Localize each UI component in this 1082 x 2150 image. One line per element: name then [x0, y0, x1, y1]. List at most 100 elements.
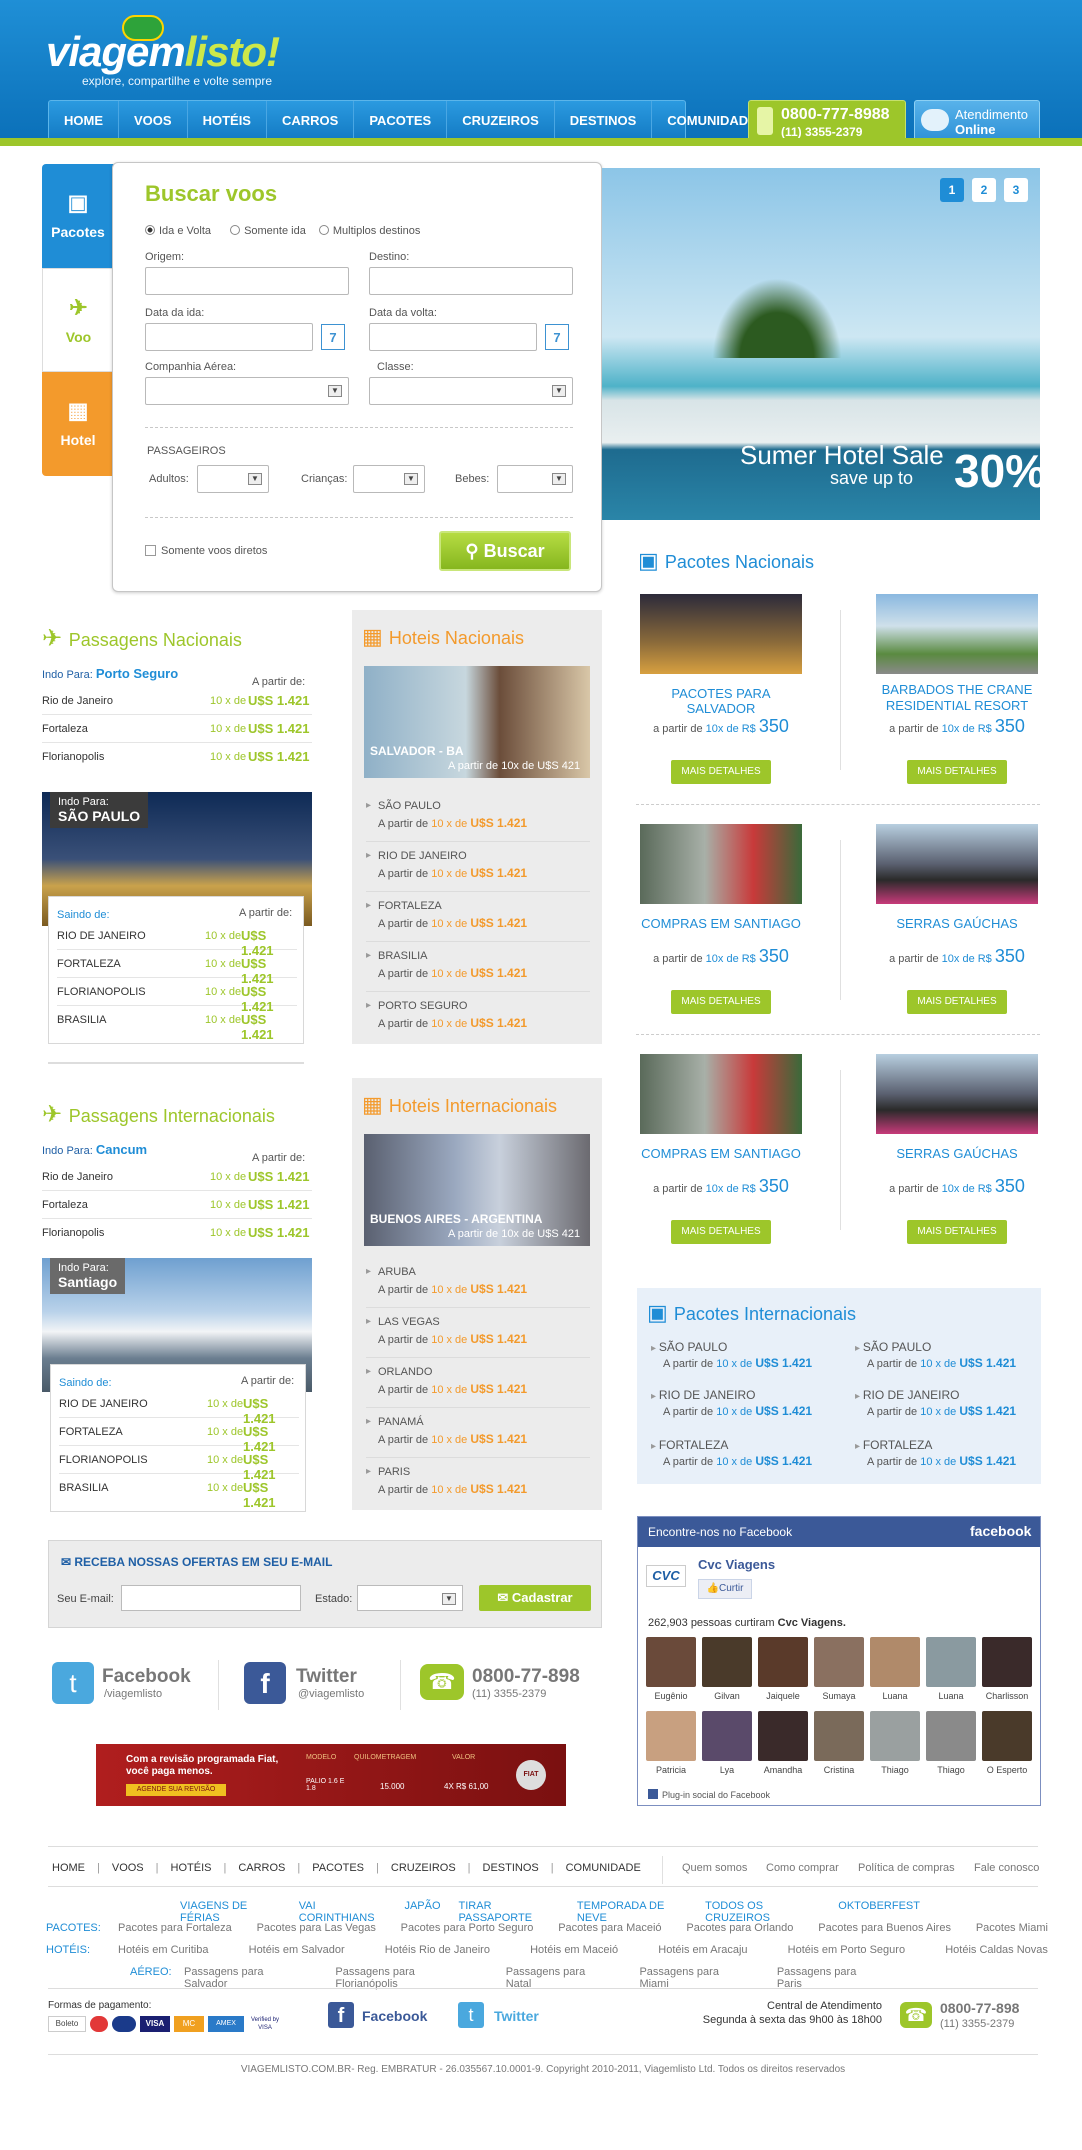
classe-select[interactable]: ▼	[369, 377, 573, 405]
online-support-button[interactable]: Atendimento Online	[914, 100, 1040, 142]
table-row[interactable]: FORTALEZA 10 x de U$S 1.421	[57, 951, 297, 986]
footer-nav-item[interactable]: CARROS	[238, 1862, 285, 1874]
list-item[interactable]: ▸ PORTO SEGURO A partir de 10 x de U$S 1.4…	[366, 992, 590, 1042]
footer-link[interactable]: Passagens para Florianópolis	[335, 1966, 479, 1990]
cadastrar-button[interactable]: ✉ Cadastrar	[479, 1585, 591, 1611]
table-row[interactable]: FORTALEZA 10 x de U$S 1.421	[59, 1419, 299, 1454]
nav-destinos[interactable]: DESTINOS	[555, 101, 653, 139]
fan-avatar[interactable]	[814, 1637, 864, 1687]
table-row[interactable]: Rio de Janeiro 10 x de U$S 1.421	[42, 1164, 312, 1191]
list-item[interactable]: ▸ SÃO PAULO A partir de 10 x de U$S 1.421	[855, 1340, 1035, 1370]
mais-detalhes-button[interactable]: MAIS DETALHES	[671, 990, 771, 1014]
footer-link[interactable]: Passagens para Miami	[639, 1966, 750, 1990]
buscar-button[interactable]: ⚲ Buscar	[439, 531, 571, 571]
mais-detalhes-button[interactable]: MAIS DETALHES	[907, 760, 1007, 784]
list-item[interactable]: ▸ RIO DE JANEIRO A partir de 10 x de U$S 1…	[366, 842, 590, 892]
nav-pacotes[interactable]: PACOTES	[354, 101, 448, 139]
bebes-select[interactable]: ▼	[497, 465, 573, 493]
list-item[interactable]: ▸ FORTALEZA A partir de 10 x de U$S 1.421	[366, 892, 590, 942]
fan-avatar[interactable]	[758, 1711, 808, 1761]
footer-link[interactable]: Pacotes para Buenos Aires	[818, 1922, 951, 1934]
fiat-ad-banner[interactable]: Com a revisão programada Fiat, você paga…	[96, 1744, 566, 1806]
package-card[interactable]: COMPRAS EM SANTIAGO a partir de 10x de R…	[636, 824, 806, 1034]
list-item[interactable]: ▸ ARUBA A partir de 10 x de U$S 1.421	[366, 1258, 590, 1308]
nav-cruzeiros[interactable]: CRUZEIROS	[447, 101, 555, 139]
footer-nav-item[interactable]: HOME	[52, 1862, 85, 1874]
criancas-select[interactable]: ▼	[353, 465, 425, 493]
table-row[interactable]: BRASILIA 10 x de U$S 1.421	[57, 1007, 297, 1042]
data-volta-input[interactable]	[369, 323, 537, 351]
footer-link[interactable]: Como comprar	[766, 1862, 839, 1874]
table-row[interactable]: FLORIANOPOLIS 10 x de U$S 1.421	[59, 1447, 299, 1482]
mais-detalhes-button[interactable]: MAIS DETALHES	[671, 760, 771, 784]
salvador-photo[interactable]: SALVADOR - BA A partir de 10x de U$S 421	[364, 666, 590, 778]
footer-link[interactable]: Pacotes para Fortaleza	[118, 1922, 232, 1934]
footer-link[interactable]: Hotéis em Porto Seguro	[788, 1944, 905, 1956]
footer-nav-item[interactable]: PACOTES	[312, 1862, 364, 1874]
list-item[interactable]: ▸ ORLANDO A partir de 10 x de U$S 1.421	[366, 1358, 590, 1408]
companhia-select[interactable]: ▼	[145, 377, 349, 405]
footer-nav-item[interactable]: HOTÉIS	[171, 1862, 212, 1874]
footer-tag[interactable]: VAI CORINTHIANS	[299, 1900, 387, 1924]
mais-detalhes-button[interactable]: MAIS DETALHES	[907, 990, 1007, 1014]
footer-twitter-link[interactable]: Twitter	[494, 2008, 539, 2024]
like-button[interactable]: 👍Curtir	[698, 1579, 752, 1599]
mais-detalhes-button[interactable]: MAIS DETALHES	[907, 1220, 1007, 1244]
list-item[interactable]: ▸ PANAMÁ A partir de 10 x de U$S 1.421	[366, 1408, 590, 1458]
banner-page-3[interactable]: 3	[1004, 178, 1028, 202]
tab-hotel[interactable]: ▦ Hotel	[42, 372, 114, 476]
footer-tag[interactable]: JAPÃO	[404, 1900, 440, 1924]
banner-page-1[interactable]: 1	[940, 178, 964, 202]
facebook-icon[interactable]: f	[328, 2002, 354, 2028]
footer-tag[interactable]: TIRAR PASSAPORTE	[459, 1900, 559, 1924]
list-item[interactable]: ▸ SÃO PAULO A partir de 10 x de U$S 1.421	[366, 792, 590, 842]
nav-carros[interactable]: CARROS	[267, 101, 355, 139]
footer-link[interactable]: Hotéis em Aracaju	[658, 1944, 747, 1956]
fan-avatar[interactable]	[870, 1711, 920, 1761]
footer-nav-item[interactable]: DESTINOS	[483, 1862, 539, 1874]
fan-avatar[interactable]	[982, 1711, 1032, 1761]
nav-hoteis[interactable]: HOTÉIS	[188, 101, 267, 139]
estado-select[interactable]: ▼	[357, 1585, 463, 1611]
footer-link[interactable]: Passagens para Natal	[506, 1966, 614, 1990]
list-item[interactable]: ▸ RIO DE JANEIRO A partir de 10 x de U$S …	[855, 1388, 1035, 1418]
package-card[interactable]: BARBADOS THE CRANE RESIDENTIAL RESORT a …	[872, 594, 1042, 804]
fan-avatar[interactable]	[646, 1711, 696, 1761]
table-row[interactable]: Fortaleza 10 x de U$S 1.421	[42, 716, 312, 743]
origem-input[interactable]	[145, 267, 349, 295]
fan-avatar[interactable]	[814, 1711, 864, 1761]
tab-pacotes[interactable]: ▣ Pacotes	[42, 164, 114, 268]
table-row[interactable]: BRASILIA 10 x de U$S 1.421	[59, 1475, 299, 1510]
destino-input[interactable]	[369, 267, 573, 295]
footer-tag[interactable]: TEMPORADA DE NEVE	[577, 1900, 687, 1924]
footer-link[interactable]: Pacotes para Las Vegas	[257, 1922, 376, 1934]
footer-link[interactable]: Passagens para Paris	[777, 1966, 884, 1990]
list-item[interactable]: ▸ SÃO PAULO A partir de 10 x de U$S 1.421	[651, 1340, 831, 1370]
table-row[interactable]: Fortaleza 10 x de U$S 1.421	[42, 1192, 312, 1219]
table-row[interactable]: FLORIANOPOLIS 10 x de U$S 1.421	[57, 979, 297, 1014]
fan-avatar[interactable]	[870, 1637, 920, 1687]
fan-avatar[interactable]	[758, 1637, 808, 1687]
fan-avatar[interactable]	[646, 1637, 696, 1687]
fan-avatar[interactable]	[926, 1711, 976, 1761]
twitter-bird-icon[interactable]: t	[52, 1662, 94, 1704]
footer-tag[interactable]: OKTOBERFEST	[838, 1900, 920, 1924]
footer-link[interactable]: Hotéis em Curitiba	[118, 1944, 208, 1956]
facebook-page-name[interactable]: Cvc Viagens	[698, 1557, 775, 1572]
footer-tag[interactable]: VIAGENS DE FÉRIAS	[180, 1900, 281, 1924]
table-row[interactable]: Rio de Janeiro 10 x de U$S 1.421	[42, 688, 312, 715]
calendar-icon[interactable]: 7	[321, 324, 345, 350]
tab-voo[interactable]: ✈ Voo	[42, 268, 114, 372]
adultos-select[interactable]: ▼	[197, 465, 269, 493]
nav-voos[interactable]: VOOS	[119, 101, 188, 139]
footer-link[interactable]: Hotéis Caldas Novas	[945, 1944, 1048, 1956]
list-item[interactable]: ▸ LAS VEGAS A partir de 10 x de U$S 1.421	[366, 1308, 590, 1358]
table-row[interactable]: Florianopolis 10 x de U$S 1.421	[42, 744, 312, 771]
fan-avatar[interactable]	[702, 1711, 752, 1761]
footer-link[interactable]: Hotéis em Maceió	[530, 1944, 618, 1956]
logo[interactable]: viagemlisto!	[46, 28, 280, 76]
package-card[interactable]: SERRAS GAÚCHAS a partir de 10x de R$ 350…	[872, 824, 1042, 1034]
list-item[interactable]: ▸ BRASILIA A partir de 10 x de U$S 1.421	[366, 942, 590, 992]
footer-link[interactable]: Pacotes para Orlando	[686, 1922, 793, 1934]
list-item[interactable]: ▸ PARIS A partir de 10 x de U$S 1.421	[366, 1458, 590, 1508]
